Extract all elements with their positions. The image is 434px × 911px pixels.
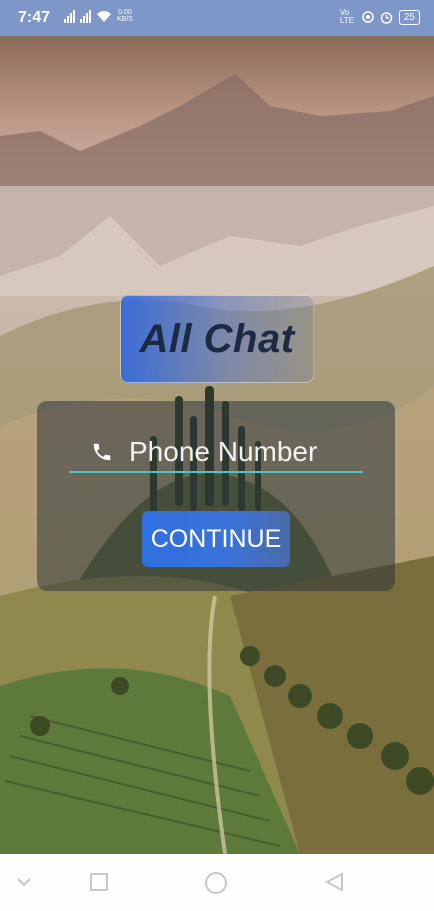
status-bar: 7:47 0.00 KB/S Vo LTE 25 — [0, 0, 434, 36]
status-time: 7:47 — [18, 9, 51, 26]
network-speed: 0.00 KB/S — [117, 9, 133, 23]
battery-indicator: 25 — [398, 9, 420, 25]
navigation-bar — [0, 854, 434, 911]
volte-label: Vo LTE — [339, 8, 354, 25]
recents-icon[interactable] — [89, 872, 109, 892]
login-card: CONTINUE — [37, 401, 395, 591]
continue-button[interactable]: CONTINUE — [142, 511, 290, 567]
data-saver-icon — [362, 11, 374, 23]
app-title-box: All Chat — [120, 295, 314, 383]
signal-icon — [64, 9, 75, 23]
phone-number-field — [69, 435, 363, 473]
alarm-icon — [380, 11, 393, 24]
phone-number-input[interactable] — [129, 435, 359, 469]
back-icon[interactable] — [324, 872, 344, 892]
chevron-down-icon[interactable] — [16, 876, 32, 888]
wifi-icon — [97, 11, 111, 22]
phone-icon — [93, 443, 111, 461]
home-icon[interactable] — [204, 871, 228, 895]
signal-icon-2 — [80, 9, 91, 23]
app-title: All Chat — [139, 316, 295, 361]
